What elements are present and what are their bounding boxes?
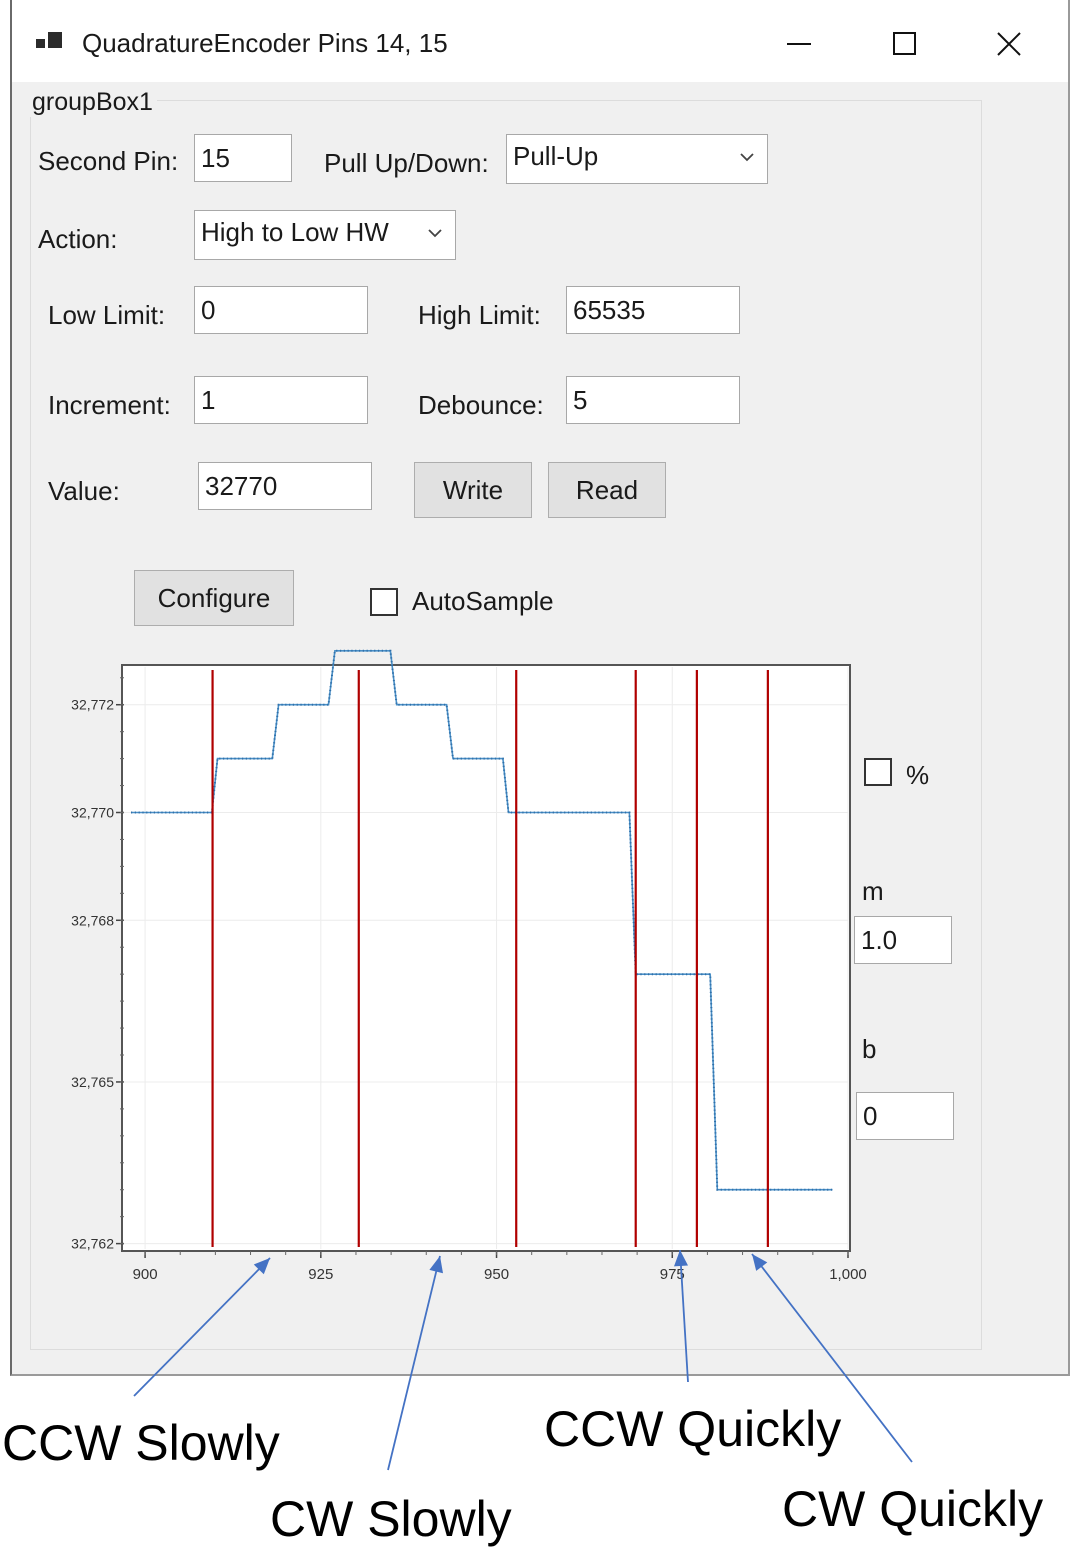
y-tick-label: 32,768	[71, 912, 114, 928]
y-tick-label: 32,772	[71, 697, 114, 713]
arrow-cw-quickly-head	[752, 1254, 768, 1271]
x-tick-label: 1,000	[829, 1266, 867, 1283]
x-tick-label: 900	[133, 1266, 158, 1283]
arrow-cw-slowly	[387, 1255, 441, 1471]
chart-plot-area	[121, 664, 851, 1252]
annotation-cw-slowly: CW Slowly	[270, 1491, 512, 1547]
annotation-ccw-slowly: CCW Slowly	[2, 1415, 280, 1471]
encoder-chart: 32,76232,76532,76832,77032,772900 925 950 9…	[71, 649, 913, 1471]
y-tick-label: 32,762	[71, 1236, 114, 1252]
annotation-ccw-quickly: CCW Quickly	[544, 1401, 842, 1457]
annotation-cw-quickly: CW Quickly	[782, 1481, 1044, 1537]
y-tick-label: 32,770	[71, 805, 114, 821]
x-tick-label: 950	[484, 1266, 509, 1283]
y-tick-label: 32,765	[71, 1074, 114, 1090]
arrow-ccw-quickly-head	[674, 1250, 688, 1267]
arrow-cw-slowly-head	[429, 1256, 443, 1274]
x-tick-label: 925	[308, 1266, 333, 1283]
